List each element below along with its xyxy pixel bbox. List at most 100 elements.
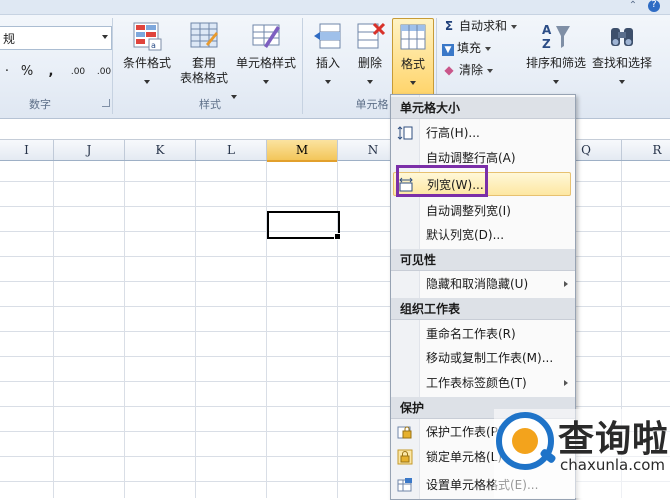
chevron-down-icon xyxy=(553,80,559,84)
eraser-icon: ◆ xyxy=(444,63,454,77)
menu-item-autofit-column-width[interactable]: 自动调整列宽(I) xyxy=(391,199,575,223)
menu-header-visibility: 可见性 xyxy=(391,249,575,271)
binoculars-icon xyxy=(611,28,633,46)
insert-button[interactable]: 插入 xyxy=(308,18,348,96)
menu-header-organize-sheets: 组织工作表 xyxy=(391,298,575,320)
number-format-value: 规 xyxy=(3,32,16,46)
comma-style-button[interactable]: , xyxy=(42,62,60,82)
format-as-table-button[interactable]: 套用 表格格式 xyxy=(176,18,237,99)
menu-item-rename-sheet[interactable]: 重命名工作表(R) xyxy=(391,322,575,346)
format-as-table-label-line1: 套用 xyxy=(191,56,216,70)
clear-label: 清除 xyxy=(459,63,484,77)
fill-handle[interactable] xyxy=(334,233,341,240)
menu-item-label: 自动调整列宽(I) xyxy=(426,204,511,218)
chevron-down-icon xyxy=(325,80,331,84)
number-group-launcher-icon[interactable] xyxy=(102,99,110,107)
sort-filter-button[interactable]: A Z 排序和筛选 xyxy=(524,18,588,96)
ribbon-top-strip: ⌃ ? xyxy=(0,0,670,15)
insert-label: 插入 xyxy=(315,56,340,70)
active-cell[interactable] xyxy=(267,211,340,239)
menu-item-label: 重命名工作表(R) xyxy=(426,327,516,341)
group-separator xyxy=(112,18,113,114)
clear-button[interactable]: ◆ 清除 xyxy=(442,60,494,80)
menu-item-tab-color[interactable]: 工作表标签颜色(T) xyxy=(391,371,575,395)
sort-filter-label: 排序和筛选 xyxy=(525,56,586,70)
menu-item-default-width[interactable]: 默认列宽(D)... xyxy=(391,223,575,247)
delete-cells-icon xyxy=(357,22,386,49)
watermark-text: 查询啦 xyxy=(558,419,670,460)
delete-button[interactable]: 删除 xyxy=(350,18,390,96)
group-separator xyxy=(302,18,303,114)
menu-item-label: 行高(H)... xyxy=(426,126,480,140)
find-select-label: 查找和选择 xyxy=(591,56,652,70)
chevron-down-icon xyxy=(102,35,108,39)
menu-header-cell-size: 单元格大小 xyxy=(391,97,575,119)
watermark-logo-inner xyxy=(512,428,538,454)
menu-item-row-height[interactable]: 行高(H)... xyxy=(391,121,575,145)
group-label-styles: 样式 xyxy=(199,98,221,111)
protect-sheet-icon xyxy=(397,426,412,439)
delete-label: 删除 xyxy=(357,56,382,70)
menu-item-label: 移动或复制工作表(M)... xyxy=(426,351,554,365)
cell-styles-label: 单元格样式 xyxy=(235,56,296,70)
chevron-down-icon xyxy=(487,68,494,73)
find-select-button[interactable]: 查找和选择 xyxy=(590,18,654,96)
cell-styles-button[interactable]: 单元格样式 xyxy=(234,18,298,96)
chevron-down-icon xyxy=(511,24,518,29)
cell-styles-icon xyxy=(252,24,280,48)
percent-style-button[interactable]: % xyxy=(16,62,38,82)
help-icon[interactable]: ? xyxy=(648,0,660,12)
column-header-j[interactable]: J xyxy=(54,140,125,160)
fill-down-icon: ▼ xyxy=(442,44,454,56)
svg-text:Z: Z xyxy=(542,37,551,51)
insert-cells-icon xyxy=(314,23,341,49)
svg-text:a: a xyxy=(151,41,156,50)
lock-icon xyxy=(397,449,413,465)
group-label-cells: 单元格 xyxy=(355,98,389,111)
format-button[interactable]: 格式 xyxy=(392,18,434,96)
column-header-i[interactable]: I xyxy=(0,140,54,160)
conditional-format-button[interactable]: a 条件格式 xyxy=(118,18,176,96)
menu-item-label: 隐藏和取消隐藏(U) xyxy=(426,277,529,291)
column-header-r[interactable]: R xyxy=(622,140,670,160)
minimize-ribbon-icon[interactable]: ⌃ xyxy=(628,1,638,11)
conditional-format-label: 条件格式 xyxy=(122,56,171,70)
row-height-icon xyxy=(397,126,413,140)
format-cells-icon xyxy=(397,478,412,492)
chevron-down-icon xyxy=(263,80,269,84)
submenu-arrow-icon xyxy=(564,281,568,287)
column-header-m[interactable]: M xyxy=(267,140,338,162)
conditional-format-icon: a xyxy=(133,22,162,51)
submenu-arrow-icon xyxy=(564,380,568,386)
svg-text:A: A xyxy=(542,23,552,37)
format-as-table-label: 套用 表格格式 xyxy=(176,56,232,86)
format-label: 格式 xyxy=(400,57,425,71)
menu-item-move-copy-sheet[interactable]: 移动或复制工作表(M)... xyxy=(391,346,575,370)
chevron-down-icon xyxy=(367,80,373,84)
accounting-format-dropdown[interactable]: · xyxy=(0,62,14,82)
sum-icon: Σ xyxy=(444,19,454,33)
number-format-select[interactable]: 规 xyxy=(0,26,112,50)
autosum-button[interactable]: Σ 自动求和 xyxy=(442,16,518,36)
increase-decimal-button[interactable]: .00 xyxy=(66,62,90,82)
table-format-icon xyxy=(190,22,218,48)
menu-item-label: 自动调整行高(A) xyxy=(426,151,516,165)
sort-filter-icon: A Z xyxy=(542,23,570,51)
column-header-l[interactable]: L xyxy=(196,140,267,160)
group-label-number: 数字 xyxy=(29,98,51,111)
menu-item-label: 锁定单元格(L) xyxy=(426,450,503,464)
menu-item-label: 默认列宽(D)... xyxy=(426,228,505,242)
column-header-k[interactable]: K xyxy=(125,140,196,160)
format-as-table-label-line2: 表格格式 xyxy=(179,71,228,85)
fill-button[interactable]: ▼ 填充 xyxy=(442,38,492,58)
fill-label: 填充 xyxy=(457,41,482,55)
watermark-url: chaxunla.com xyxy=(560,456,665,474)
autosum-label: 自动求和 xyxy=(459,19,508,33)
annotation-highlight-box xyxy=(396,165,488,197)
chevron-down-icon xyxy=(144,80,150,84)
menu-item-label: 工作表标签颜色(T) xyxy=(426,376,527,390)
decrease-decimal-label: .00 xyxy=(96,67,112,77)
format-cells-icon xyxy=(400,24,426,50)
menu-item-hide-unhide[interactable]: 隐藏和取消隐藏(U) xyxy=(391,272,575,296)
chevron-down-icon xyxy=(619,80,625,84)
